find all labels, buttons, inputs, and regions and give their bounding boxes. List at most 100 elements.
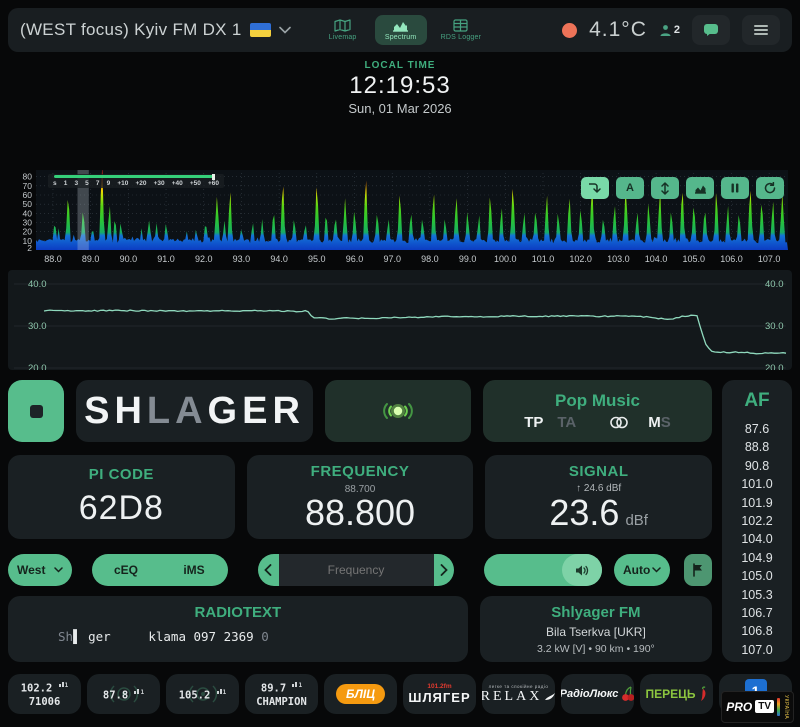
chat-button[interactable] — [692, 15, 730, 45]
user-icon — [660, 24, 671, 36]
svg-text:30.0: 30.0 — [765, 321, 784, 332]
tune-up-button[interactable] — [433, 554, 454, 586]
pause-icon — [731, 183, 739, 193]
svg-text:92.0: 92.0 — [195, 254, 213, 264]
preset-logo-relax[interactable]: легке та спокійне радіо RELAX — [482, 674, 555, 714]
preset-102-2[interactable]: 102.2 1 71006 — [8, 674, 81, 714]
svg-text:104.0: 104.0 — [645, 254, 668, 264]
nav-rds-logger-label: RDS Logger — [440, 34, 482, 41]
map-icon — [334, 19, 351, 32]
svg-text:98.0: 98.0 — [421, 254, 439, 264]
scan-tick: +10 — [117, 180, 129, 187]
report-flag-button[interactable] — [684, 554, 712, 586]
stop-square-icon — [29, 404, 43, 418]
protv-pro-text: PRO — [726, 699, 753, 714]
preset-89-7[interactable]: 89.7 1 CHAMPION — [245, 674, 318, 714]
volume-knob[interactable] — [562, 554, 602, 586]
local-time-block: LOCAL TIME 12:19:53 Sun, 01 Mar 2026 — [0, 60, 800, 116]
svg-text:40.0: 40.0 — [765, 279, 784, 290]
refresh-button[interactable] — [756, 177, 784, 199]
record-stop-button[interactable] — [8, 380, 64, 442]
preset-105-2[interactable]: 105.2 1 — [166, 674, 239, 714]
svg-text:40.0: 40.0 — [28, 279, 47, 290]
af-frequency[interactable]: 102.2 — [722, 512, 792, 530]
af-frequency[interactable]: 106.8 — [722, 622, 792, 640]
tune-down-button[interactable] — [258, 554, 279, 586]
af-frequency[interactable]: 107.0 — [722, 641, 792, 659]
mode-select[interactable]: Auto — [614, 554, 670, 586]
svg-text:106.0: 106.0 — [720, 254, 743, 264]
af-frequency[interactable]: 90.8 — [722, 457, 792, 475]
af-frequency[interactable]: 104.0 — [722, 530, 792, 548]
nav-livemap[interactable]: Livemap — [317, 15, 369, 45]
svg-text:101.0: 101.0 — [532, 254, 555, 264]
local-time-label: LOCAL TIME — [364, 60, 436, 71]
status-dot — [562, 22, 578, 38]
scan-tick: s — [53, 180, 57, 187]
preset-87-8[interactable]: 87.8 1 — [87, 674, 160, 714]
nav-spectrum[interactable]: Spectrum — [374, 15, 427, 45]
af-frequency[interactable]: 106.7 — [722, 604, 792, 622]
af-list: 87.6 88.8 90.8 101.0 101.9 102.2 104.0 104.9 105… — [722, 420, 792, 659]
tuner-badge: 1 — [134, 688, 144, 696]
antenna-select[interactable]: West — [8, 554, 72, 586]
nav-rds-logger[interactable]: RDS Logger — [433, 15, 490, 45]
svg-text:2: 2 — [27, 243, 32, 253]
scan-tick: 1 — [63, 180, 68, 187]
pty-label: Pop Music — [554, 391, 640, 410]
rainbow-stripe — [777, 697, 780, 716]
scan-slider-track[interactable] — [54, 175, 214, 178]
arrow-turn-down-icon — [589, 183, 601, 193]
af-frequency[interactable]: 105.0 — [722, 567, 792, 585]
bird-icon — [545, 693, 555, 700]
scan-tick: 9 — [106, 180, 111, 187]
perets-logo: ПЕРЕЦЬ — [645, 686, 707, 702]
autoscale-button[interactable]: A — [616, 177, 644, 199]
signal-value: 23.6 — [549, 491, 620, 533]
rds-flags: TP TA MS — [524, 414, 671, 431]
chevron-down-icon — [54, 567, 63, 573]
spectrum-chart-icon — [393, 22, 409, 32]
af-frequency[interactable]: 88.8 — [722, 438, 792, 456]
signal-panel: SIGNAL ↑ 24.6 dBf 23.6 dBf — [485, 455, 713, 539]
pty-panel: Pop Music TP TA MS — [483, 380, 712, 442]
af-frequency[interactable]: 105.3 — [722, 586, 792, 604]
scan-tick: 7 — [95, 180, 100, 187]
frequency-value: 88.800 — [304, 492, 416, 533]
preset-logo-perets[interactable]: ПЕРЕЦЬ — [640, 674, 713, 714]
svg-text:99.0: 99.0 — [459, 254, 477, 264]
af-frequency[interactable]: 104.9 — [722, 549, 792, 567]
scan-tick: +30 — [153, 180, 165, 187]
preset-logo-lux[interactable]: РадіоЛюкс — [561, 674, 634, 714]
vertical-zoom-button[interactable] — [651, 177, 679, 199]
menu-button[interactable] — [742, 15, 780, 45]
frequency-input[interactable] — [278, 554, 434, 586]
volume-slider[interactable] — [484, 554, 602, 586]
stereo-broadcast-icon — [383, 403, 413, 419]
station-info-panel[interactable]: Shlyager FM Bila Tserkva [UKR] 3.2 kW [V… — [479, 596, 712, 662]
preset-logo-blic[interactable]: БЛІЦ — [324, 674, 397, 714]
pi-code-label: PI CODE — [88, 466, 154, 483]
pause-button[interactable] — [721, 177, 749, 199]
scroll-to-signal-button[interactable] — [581, 177, 609, 199]
graph-mode-button[interactable] — [686, 177, 714, 199]
radiotext-value: Sh▌ ger klama 097 2369 0 — [58, 629, 269, 644]
chevron-right-icon — [440, 564, 448, 576]
af-frequency[interactable]: 101.9 — [722, 494, 792, 512]
controls-row: West cEQ iMS Frequency Auto — [8, 553, 712, 587]
scan-slider-handle[interactable] — [212, 174, 215, 180]
svg-text:90.0: 90.0 — [120, 254, 138, 264]
hamburger-icon — [754, 23, 768, 37]
main-panels: SHLAGER Pop Music TP TA MS PI CODE 62D8 … — [8, 380, 792, 662]
eq-toggle[interactable]: cEQ — [92, 554, 160, 586]
listeners-indicator: 2 — [659, 24, 680, 37]
ims-toggle[interactable]: iMS — [160, 554, 228, 586]
spectrum-graph[interactable]: 80 70 60 50 40 30 20 10 2 88.0 89.0 90.0 91.0 92.0 93.… — [8, 170, 792, 268]
svg-text:88.0: 88.0 — [44, 254, 62, 264]
af-frequency[interactable]: 87.6 — [722, 420, 792, 438]
signal-label: SIGNAL — [568, 462, 629, 480]
mode-value: Auto — [623, 563, 651, 577]
af-frequency[interactable]: 101.0 — [722, 475, 792, 493]
server-selector[interactable]: (WEST focus) Kyiv FM DX 1 — [20, 20, 291, 40]
preset-logo-shlyager[interactable]: 101.2fm ШЛЯГЕР — [403, 674, 476, 714]
